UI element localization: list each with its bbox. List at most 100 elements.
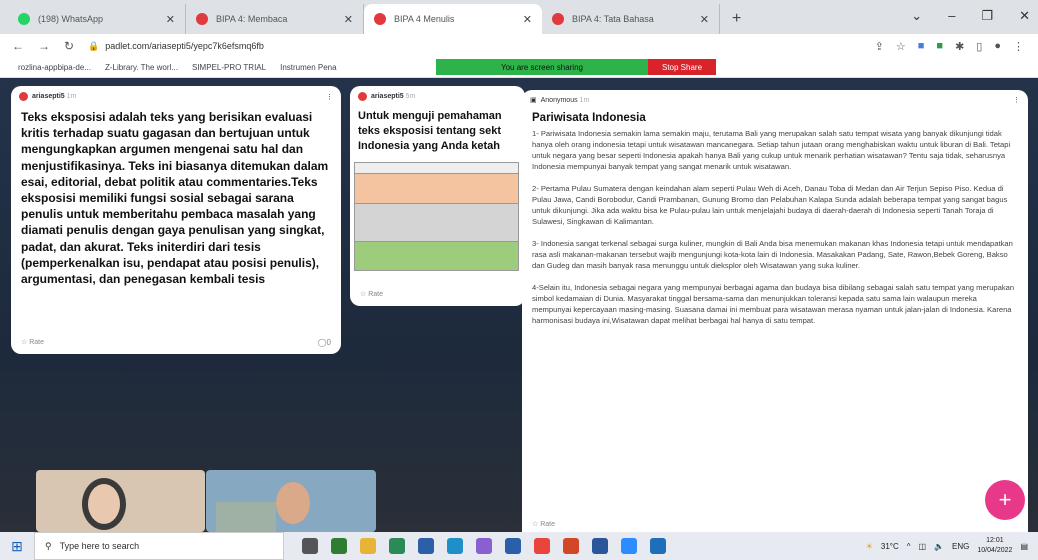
more-icon[interactable]: ⋮ [1013,96,1020,104]
extension-icon[interactable]: ■ [918,40,925,53]
back-icon[interactable]: ← [12,39,24,53]
add-post-button[interactable]: + [985,480,1025,520]
close-window-icon[interactable]: ✕ [1019,8,1030,24]
tab-tata-bahasa[interactable]: BIPA 4: Tata Bahasa ✕ [542,4,720,34]
attachment-table-image[interactable] [354,162,519,271]
address-bar: ← → ↻ 🔒 padlet.com/ariasepti5/yepc7k6efs… [0,34,1038,58]
rate-label: Rate [368,291,384,298]
search-icon: ⚲ [45,540,52,551]
app-icon[interactable] [650,538,666,554]
chrome-icon[interactable] [534,538,550,554]
stop-share-button[interactable]: Stop Share [648,59,716,75]
post-card-question[interactable]: ariasepti5 5m Untuk menguji pemahaman te… [350,86,525,306]
chevron-up-icon[interactable]: ^ [907,542,911,551]
post-paragraph: 2- Pertama Pulau Sumatera dengan keindah… [532,184,1008,226]
clock[interactable]: 12:01 10/04/2022 [977,536,1012,556]
menu-icon[interactable]: ⋮ [1013,40,1024,53]
avatar [358,92,367,101]
close-icon[interactable]: ✕ [344,13,353,26]
video-participant-1 [36,470,205,532]
more-icon[interactable]: ⋮ [326,93,333,101]
bookmark-item[interactable]: SIMPEL-PRO TRIAL [192,63,266,72]
post-title: Pariwisata Indonesia [532,112,646,124]
sidebar-icon[interactable]: ▯ [976,40,982,53]
post-paragraph: 1- Pariwisata Indonesia semakin lama sem… [532,129,1011,171]
app-icon[interactable] [389,538,405,554]
powerpoint-icon[interactable] [563,538,579,554]
post-author: ariasepti5 [371,93,404,100]
tab-label: BIPA 4 Menulis [394,14,455,24]
minimize-icon[interactable]: – [948,8,955,24]
post-author: ariasepti5 [32,93,65,100]
forward-icon[interactable]: → [38,39,50,53]
extension-icon[interactable]: ■ [936,40,943,53]
rate-button[interactable]: ☆ Rate [532,520,555,528]
share-status-text: You are screen sharing [501,62,583,72]
windows-start-icon[interactable]: ⊞ [0,538,34,555]
close-icon[interactable]: ✕ [166,13,175,26]
language-indicator[interactable]: ENG [952,542,969,551]
post-line: Indonesia yang Anda ketah [358,140,501,152]
bookmark-item[interactable]: rozlina-appbipa-de... [18,63,91,72]
bookmark-item[interactable]: Instrumen Pena [280,63,336,72]
chevron-down-icon[interactable]: ⌄ [911,8,922,24]
edge-icon[interactable] [447,538,463,554]
new-tab-button[interactable]: + [732,10,741,28]
app-icon[interactable] [505,538,521,554]
participant-face [82,478,126,530]
post-paragraph: 4-Selain itu, Indonesia sebagai negara y… [532,283,1015,325]
post-card-definition[interactable]: ariasepti5 1m ⋮ Teks eksposisi adalah tek… [11,86,341,354]
comment-count: 0 [326,338,331,347]
weather-icon[interactable]: ☀ [866,542,873,551]
tab-membaca[interactable]: BIPA 4: Membaca ✕ [186,4,364,34]
word-icon[interactable] [592,538,608,554]
post-paragraph: 3- Indonesia sangat terkenal sebagai sur… [532,239,1013,270]
app-icon[interactable] [418,538,434,554]
volume-icon[interactable]: 🔈 [934,542,944,551]
star-icon[interactable]: ☆ [896,40,906,53]
tab-whatsapp[interactable]: (198) WhatsApp ✕ [8,4,186,34]
comment-icon[interactable]: ◯0 [318,338,331,347]
whatsapp-icon [18,13,30,25]
app-icon[interactable] [476,538,492,554]
tab-label: BIPA 4: Membaca [216,14,288,24]
share-page-icon[interactable]: ⇪ [875,40,884,53]
taskbar-search-input[interactable]: ⚲ Type here to search [34,532,284,560]
close-icon[interactable]: ✕ [700,13,709,26]
post-time: 5m [405,93,416,100]
rate-button[interactable]: ☆ Rate [21,338,44,346]
table-header-row [355,163,518,174]
close-icon[interactable]: ✕ [523,13,532,26]
notification-icon[interactable]: ▤ [1020,542,1028,551]
url-field[interactable]: padlet.com/ariasepti5/yepc7k6efsmq6fb [105,41,264,51]
maximize-icon[interactable]: ❐ [981,8,993,24]
padlet-icon [196,13,208,25]
post-body: Teks eksposisi adalah teks yang berisika… [21,110,329,287]
table-row [355,242,518,270]
puzzle-icon[interactable]: ✱ [955,40,964,53]
taskbar-apps [302,538,666,554]
zoom-icon[interactable] [621,538,637,554]
bookmark-item[interactable]: Z-Library. The worl... [105,63,178,72]
post-time: 1m [66,93,77,100]
task-view-icon[interactable] [302,538,318,554]
post-card-pariwisata[interactable]: ▣ Anonymous 1m ⋮ Pariwisata Indonesia 1- P… [522,90,1028,532]
reload-icon[interactable]: ↻ [64,39,74,53]
post-header: ariasepti5 5m [350,86,525,107]
file-explorer-icon[interactable] [360,538,376,554]
app-icon[interactable] [331,538,347,554]
post-header: ariasepti5 1m ⋮ [11,86,341,107]
post-line: teks eksposisi tentang sekt [358,125,502,137]
table-row [355,174,518,204]
background-building [216,502,276,532]
avatar [19,92,28,101]
clock-date: 10/04/2022 [977,547,1013,554]
padlet-board: ariasepti5 1m ⋮ Teks eksposisi adalah tek… [0,78,1038,532]
rate-button[interactable]: ☆ Rate [360,290,383,298]
network-icon[interactable]: ◫ [919,542,927,551]
profile-icon[interactable]: ● [994,40,1001,53]
tab-menulis[interactable]: BIPA 4 Menulis ✕ [364,4,542,34]
padlet-icon [552,13,564,25]
post-header: ▣ Anonymous 1m ⋮ [522,90,1028,110]
anonymous-icon: ▣ [530,97,537,104]
